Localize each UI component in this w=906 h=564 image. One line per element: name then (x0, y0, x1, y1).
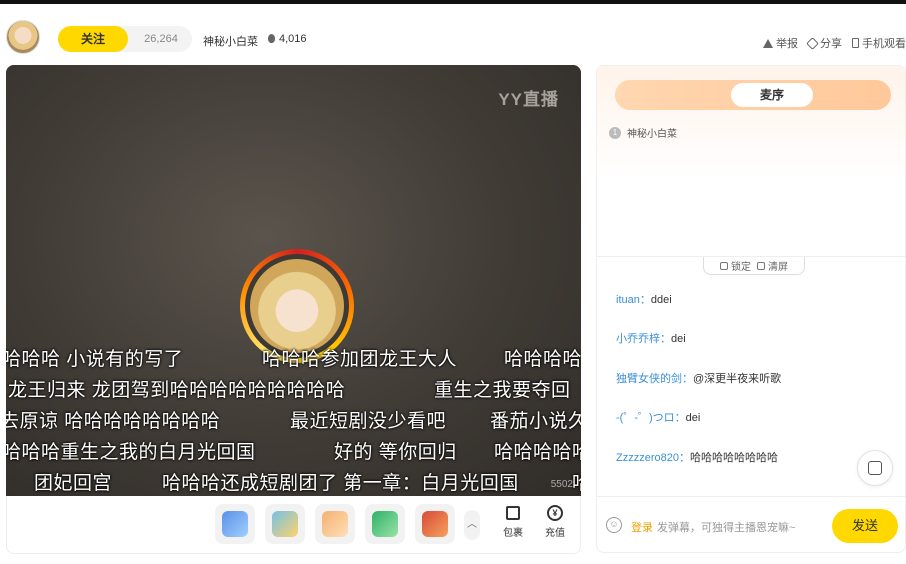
clear-label: 清屏 (768, 262, 788, 273)
chat-message: 小乔乔梓：dei (616, 330, 686, 346)
trash-icon (757, 261, 765, 270)
gift-icon (272, 511, 298, 537)
recharge-label: 充值 (545, 528, 565, 539)
disc-inner (245, 254, 349, 358)
chat-text: dei (685, 412, 701, 424)
login-link[interactable]: 登录 (631, 519, 653, 535)
chat-user[interactable]: Zzzzzero820： (616, 452, 690, 464)
report-button[interactable]: 举报 (763, 35, 798, 51)
danmu-text: 龙王归来 龙团驾到哈哈哈哈哈哈哈哈哈 (8, 380, 346, 401)
bag-icon (506, 506, 520, 520)
clear-button[interactable]: 清屏 (757, 258, 788, 273)
share-label: 分享 (820, 38, 842, 50)
danmu-text: 哈哈哈参加团龙王大人 (262, 349, 458, 370)
emoji-icon[interactable]: ☺ (606, 517, 622, 533)
gift-item-2[interactable] (265, 504, 305, 544)
settings-icon (868, 461, 882, 475)
gift-icon (322, 511, 348, 537)
danmu-text: 重生之我要夺回 (434, 380, 571, 401)
mobile-label: 手机观看 (862, 38, 906, 50)
share-icon (806, 36, 819, 50)
chat-user[interactable]: ituan： (616, 294, 651, 306)
chat-text: 哈哈哈哈哈哈哈哈 (689, 452, 778, 464)
mobile-watch-button[interactable]: 手机观看 (852, 35, 906, 51)
danmu-text: 团妃回宫 (34, 473, 113, 494)
heat-value: 4,016 (268, 33, 307, 45)
yy-logo: YY直播 (498, 90, 559, 109)
anchor-name[interactable]: 神秘小白菜 (203, 33, 258, 49)
chat-user[interactable]: -(゜-゜)つロ： (616, 412, 686, 424)
tab-bar: 麦序 (615, 80, 891, 110)
corner-number: 5502 (550, 479, 573, 490)
chat-message: 独臂女侠的剑：@深更半夜来听歌 (616, 370, 781, 386)
chat-user[interactable]: 独臂女侠的剑： (616, 373, 693, 385)
danmu-text: 去原谅 哈哈哈哈哈哈哈哈 (6, 411, 221, 432)
chat-controls: 锁定 清屏 (703, 257, 805, 275)
tab-mic-queue[interactable]: 麦序 (731, 83, 813, 107)
lock-icon (720, 261, 728, 270)
header-actions: 举报 分享 手机观看 (763, 35, 906, 51)
anchor-avatar[interactable] (6, 20, 40, 54)
danmu-text: 哈哈哈 小说有的写了 (6, 349, 184, 370)
flame-icon (268, 34, 275, 43)
anchor-disc-avatar (250, 259, 344, 353)
gift-icon (222, 511, 248, 537)
yen-icon: ¥ (547, 505, 563, 521)
danmu-text: 哈 (572, 468, 581, 495)
chat-message: -(゜-゜)つロ：dei (616, 409, 700, 425)
gift-bar: ︿ 包裹 ¥ 充值 (6, 496, 581, 554)
queue-index: 1 (609, 126, 621, 139)
phone-icon (852, 38, 859, 48)
gift-item-4[interactable] (365, 504, 405, 544)
gift-item-5[interactable] (415, 504, 455, 544)
gift-icon (372, 511, 398, 537)
follower-count: 26,264 (144, 33, 178, 45)
gift-item-1[interactable] (215, 504, 255, 544)
send-button[interactable]: 发送 (832, 509, 898, 543)
danmu-text: 哈哈哈哈 (504, 349, 581, 370)
danmu-text: 哈哈哈重生之我的白月光回国 (6, 442, 256, 463)
warning-icon (763, 38, 773, 48)
chat-message: Zzzzzero820：哈哈哈哈哈哈哈哈 (616, 449, 778, 465)
mic-queue-area: 麦序 1 神秘小白菜 (597, 66, 905, 256)
chat-message: ituan：ddei (616, 291, 672, 307)
chat-user[interactable]: 小乔乔梓： (616, 333, 671, 345)
chat-text: dei (671, 333, 686, 345)
queue-item[interactable]: 1 神秘小白菜 (609, 125, 677, 140)
settings-float-button[interactable] (857, 450, 893, 486)
bag-label: 包裹 (503, 528, 523, 539)
chevron-up-icon[interactable]: ︿ (464, 510, 480, 540)
chat-text: @深更半夜来听歌 (693, 373, 782, 385)
danmu-text: 最近短剧没少看吧 (290, 411, 447, 432)
lock-button[interactable]: 锁定 (720, 258, 751, 273)
recharge-button[interactable]: ¥ 充值 (539, 504, 571, 539)
share-button[interactable]: 分享 (806, 35, 842, 51)
side-panel: 麦序 1 神秘小白菜 锁定 清屏 ituan：ddei 小乔乔梓：dei 独臂女… (596, 65, 906, 553)
follow-button[interactable]: 关注 (58, 26, 128, 52)
report-label: 举报 (776, 38, 798, 50)
danmu-text: 好的 等你回归 (334, 442, 457, 463)
bag-button[interactable]: 包裹 (497, 504, 529, 539)
danmu-text: 哈哈哈还成短剧团了 第一章：白月光回国 (162, 473, 519, 494)
video-player[interactable]: YY直播 哈哈哈 小说有的写了 哈哈哈参加团龙王大人 哈哈哈哈 龙王归来 龙团驾… (6, 65, 581, 496)
lock-label: 锁定 (731, 262, 751, 273)
gift-icon (422, 511, 448, 537)
heat-number: 4,016 (279, 33, 307, 45)
danmu-text: 哈哈哈哈哈 (494, 442, 581, 463)
danmu-text: 番茄小说久 (490, 411, 581, 432)
chat-input-area: ☺ 登录 发弹幕，可独得主播恩宠嘛~ 发送 (597, 496, 905, 552)
follow-group: 关注 26,264 (58, 26, 192, 52)
chat-text: ddei (650, 294, 672, 306)
chat-input[interactable]: 发弹幕，可独得主播恩宠嘛~ (657, 519, 795, 535)
room-header: 关注 26,264 神秘小白菜 4,016 举报 分享 手机观看 (0, 4, 906, 62)
gift-item-3[interactable] (315, 504, 355, 544)
queue-name: 神秘小白菜 (627, 129, 677, 140)
